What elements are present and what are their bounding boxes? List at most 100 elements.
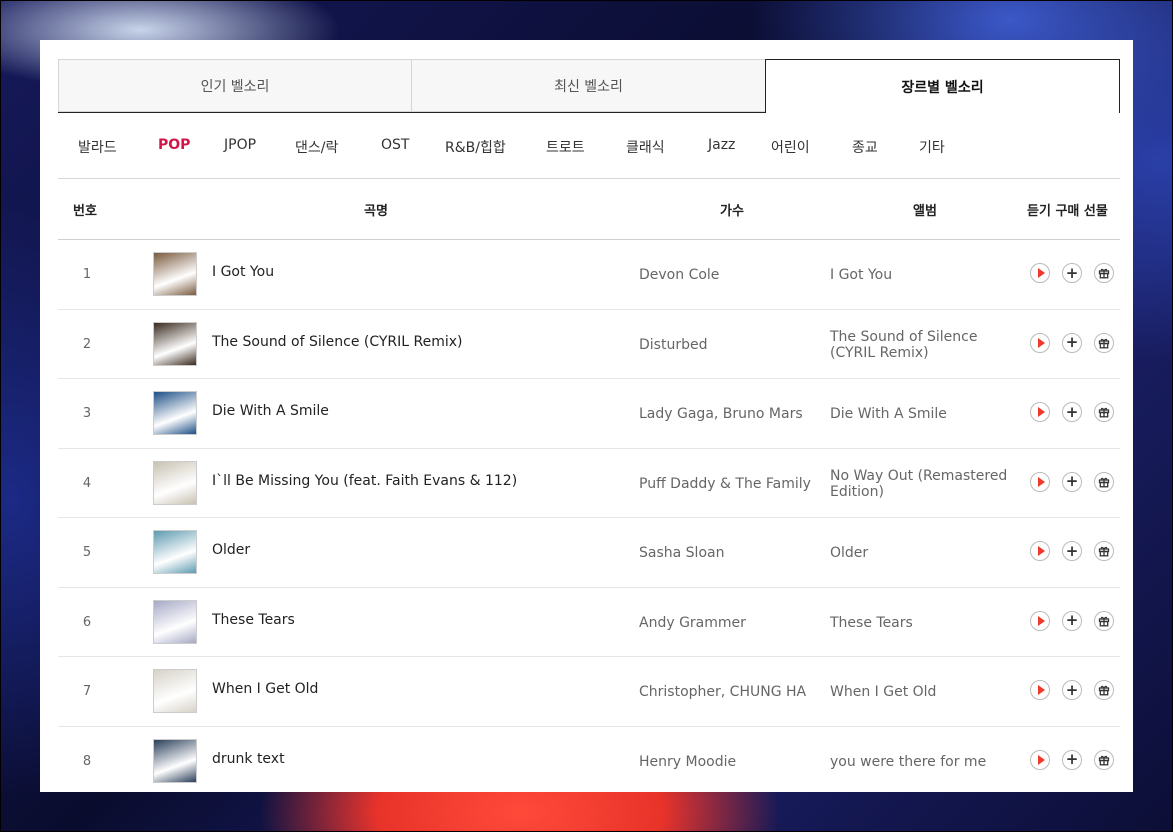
plus-icon: + [1065,472,1079,490]
album-name[interactable]: The Sound of Silence (CYRIL Remix) [830,329,1025,361]
artist-name[interactable]: Andy Grammer [639,615,746,631]
play-button[interactable] [1030,471,1050,492]
song-title[interactable]: Older [212,542,250,558]
play-icon [1037,268,1045,278]
artist-name[interactable]: Sasha Sloan [639,545,724,561]
album-name[interactable]: I Got You [830,267,1025,283]
plus-icon: + [1065,333,1079,351]
play-icon [1037,685,1045,695]
buy-button[interactable]: + [1062,749,1082,770]
song-title[interactable]: The Sound of Silence (CYRIL Remix) [212,334,463,350]
gift-button[interactable] [1094,402,1114,422]
gift-icon [1098,616,1110,626]
row-number: 5 [82,545,92,560]
gift-icon [1098,477,1110,487]
header-title: 곡명 [364,204,388,219]
artist-name[interactable]: Henry Moodie [639,754,736,770]
play-icon [1037,476,1045,487]
table-row: 7 When I Get Old Christopher, CHUNG HA W… [58,657,1120,727]
buy-button[interactable]: + [1062,332,1082,353]
gift-icon [1098,755,1110,765]
buy-button[interactable]: + [1062,471,1082,492]
play-icon [1037,615,1045,626]
table-row: 5 Older Sasha Sloan Older + [58,518,1120,588]
row-number: 1 [82,267,92,282]
album-art[interactable] [153,669,197,713]
album-art[interactable] [153,599,197,644]
genre-religion[interactable]: 종교 [852,137,878,157]
gift-button[interactable] [1094,263,1114,283]
play-button[interactable] [1030,332,1050,353]
row-number: 8 [82,753,92,769]
header-actions: 듣기 구매 선물 [1027,204,1108,219]
genre-jpop[interactable]: JPOP [224,137,256,153]
genre-pop[interactable]: POP [158,137,190,153]
buy-button[interactable]: + [1062,610,1082,631]
gift-icon [1098,685,1110,696]
genre-ballad[interactable]: 발라드 [78,137,117,157]
play-button[interactable] [1030,610,1050,631]
genre-etc[interactable]: 기타 [919,137,945,157]
genre-rnb-hiphop[interactable]: R&B/힙합 [445,137,506,157]
album-name[interactable]: Older [830,545,1025,561]
tab-popular[interactable]: 인기 벨소리 [58,59,412,112]
gift-button[interactable] [1094,610,1114,631]
genre-ost[interactable]: OST [381,137,409,153]
gift-button[interactable] [1094,749,1114,770]
album-name[interactable]: Die With A Smile [830,406,1025,422]
buy-button[interactable]: + [1062,680,1082,700]
play-button[interactable] [1030,680,1050,700]
artist-name[interactable]: Christopher, CHUNG HA [639,684,806,700]
song-title[interactable]: I`ll Be Missing You (feat. Faith Evans &… [212,473,517,489]
song-title[interactable]: These Tears [212,612,295,628]
table-row: 2 The Sound of Silence (CYRIL Remix) Dis… [58,310,1120,379]
gift-button[interactable] [1094,332,1114,353]
album-art[interactable] [153,460,197,505]
album-name[interactable]: you were there for me [830,754,1025,770]
song-title[interactable]: I Got You [212,264,274,280]
play-button[interactable] [1030,749,1050,770]
play-button[interactable] [1030,402,1050,422]
header-artist: 가수 [720,204,744,219]
gift-button[interactable] [1094,541,1114,561]
album-art[interactable] [153,391,197,435]
plus-icon: + [1065,750,1079,768]
play-icon [1037,407,1045,417]
genre-kids[interactable]: 어린이 [771,137,810,157]
tab-genre[interactable]: 장르별 벨소리 [765,59,1120,113]
artist-name[interactable]: Devon Cole [639,267,719,283]
gift-icon [1098,338,1110,348]
album-name[interactable]: When I Get Old [830,684,1025,700]
table-row: 1 I Got You Devon Cole I Got You + [58,240,1120,310]
song-list: 1 I Got You Devon Cole I Got You + 2 The… [58,240,1120,792]
album-name[interactable]: These Tears [830,615,1025,631]
song-title[interactable]: Die With A Smile [212,403,329,419]
buy-button[interactable]: + [1062,541,1082,561]
song-title[interactable]: drunk text [212,751,285,767]
gift-icon [1098,546,1110,557]
table-header: 번호 곡명 가수 앨범 듣기 구매 선물 [58,179,1120,239]
category-tabs: 인기 벨소리 최신 벨소리 장르별 벨소리 [58,59,1120,113]
plus-icon: + [1065,263,1079,282]
genre-trot[interactable]: 트로트 [546,137,585,157]
genre-dance-rock[interactable]: 댄스/락 [295,137,338,157]
artist-name[interactable]: Lady Gaga, Bruno Mars [639,406,803,422]
gift-icon [1098,407,1110,418]
album-art[interactable] [153,530,197,574]
gift-button[interactable] [1094,471,1114,492]
tab-latest[interactable]: 최신 벨소리 [411,59,766,112]
song-title[interactable]: When I Get Old [212,681,318,697]
play-button[interactable] [1030,263,1050,283]
genre-jazz[interactable]: Jazz [708,137,735,153]
gift-button[interactable] [1094,680,1114,700]
artist-name[interactable]: Puff Daddy & The Family [639,476,811,492]
album-name[interactable]: No Way Out (Remastered Edition) [830,468,1025,500]
buy-button[interactable]: + [1062,402,1082,422]
artist-name[interactable]: Disturbed [639,337,707,353]
buy-button[interactable]: + [1062,263,1082,283]
album-art[interactable] [153,252,197,296]
album-art[interactable] [153,738,197,783]
album-art[interactable] [153,321,197,366]
play-button[interactable] [1030,541,1050,561]
genre-classic[interactable]: 클래식 [626,137,665,157]
